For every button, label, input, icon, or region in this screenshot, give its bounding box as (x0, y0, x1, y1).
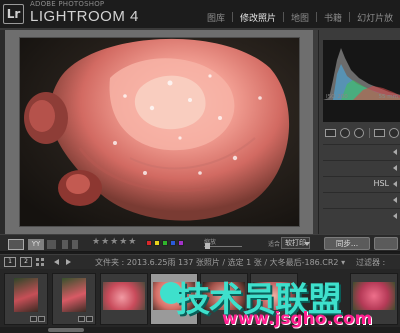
collapse-arrow-icon (393, 213, 397, 219)
panel-basic[interactable] (323, 144, 400, 160)
pick-flag-icon[interactable] (62, 240, 68, 249)
badge-icon (86, 316, 93, 322)
badge-icon (78, 316, 85, 322)
spot-removal-icon[interactable] (340, 128, 351, 138)
back-arrow-icon[interactable] (54, 259, 59, 265)
photo-rose[interactable] (20, 38, 299, 226)
view-options-button[interactable] (47, 240, 56, 249)
module-develop[interactable]: 修改照片 (233, 11, 283, 24)
fit-label: 适合 (268, 241, 281, 248)
identity-plate: Lr ADOBE PHOTOSHOP LIGHTROOM 4 图库 修改照片 地… (0, 0, 400, 28)
watermark-url: www.jsgho.com (222, 309, 373, 329)
right-panel-footer: 同步... (318, 234, 400, 252)
star-rating[interactable]: ★★★★★ (92, 237, 137, 247)
thumbnail-badges (78, 316, 93, 322)
red-eye-icon[interactable] (354, 128, 365, 138)
before-after-button[interactable]: YY (28, 239, 44, 250)
thumbnail-image (62, 278, 86, 312)
panel-split-toning[interactable] (323, 192, 400, 208)
brand-subtitle: ADOBE PHOTOSHOP (30, 0, 105, 8)
main-window-button[interactable]: 1 (4, 257, 16, 267)
graduated-filter-icon[interactable] (373, 129, 385, 137)
loupe-view-button[interactable] (8, 239, 24, 250)
badge-icon (30, 316, 37, 322)
right-panel: ISO 200 55 mm HSL (318, 30, 400, 234)
color-label-red[interactable] (146, 240, 152, 246)
radial-filter-icon[interactable] (388, 128, 399, 138)
focal-length: 55 mm (378, 94, 398, 100)
brand-title: LIGHTROOM 4 (30, 8, 139, 25)
collapse-arrow-icon (393, 165, 397, 171)
iso-value: ISO 200 (326, 94, 348, 100)
color-label-green[interactable] (162, 240, 168, 246)
thumbnail-image (353, 282, 395, 310)
filmstrip-thumbnail[interactable] (4, 273, 48, 325)
filmstrip-thumbnail[interactable] (100, 273, 148, 325)
reset-button[interactable] (374, 237, 398, 250)
tool-separator (368, 128, 370, 138)
panel-hsl[interactable]: HSL (323, 176, 400, 192)
color-label-blue[interactable] (170, 240, 176, 246)
secondary-window-button[interactable]: 2 (20, 257, 32, 267)
color-label-purple[interactable] (178, 240, 184, 246)
rose-image (20, 38, 299, 226)
thumbnail-image (14, 278, 38, 312)
thumbnail-image (103, 282, 145, 310)
forward-arrow-icon[interactable] (66, 259, 71, 265)
reject-flag-icon[interactable] (72, 240, 78, 249)
color-label-yellow[interactable] (154, 240, 160, 246)
color-labels (146, 240, 184, 246)
badge-icon (38, 316, 45, 322)
filter-label[interactable]: 过滤器 : (356, 257, 385, 268)
module-library[interactable]: 图库 (200, 11, 232, 24)
collapse-arrow-icon (393, 149, 397, 155)
zoom-slider-handle[interactable] (205, 243, 210, 249)
grid-view-icon[interactable] (36, 258, 44, 266)
panel-tone-curve[interactable] (323, 160, 400, 176)
source-indicator[interactable]: 文件夹 : 2013.6.25雨 137 张照片 / 选定 1 张 / 大冬最后… (95, 257, 345, 268)
sync-button[interactable]: 同步... (324, 237, 370, 250)
toolbar-dropdown-icon[interactable] (304, 242, 310, 246)
crop-tool-icon[interactable] (325, 129, 337, 137)
module-map[interactable]: 地图 (284, 11, 316, 24)
histogram[interactable] (323, 40, 400, 122)
histogram-info: ISO 200 55 mm (323, 94, 400, 100)
filmstrip-thumbnail[interactable] (52, 273, 96, 325)
collapse-arrow-icon (393, 181, 397, 187)
thumbnail-badges (30, 316, 45, 322)
collapse-arrow-icon (393, 197, 397, 203)
develop-toolbar: YY ★★★★★ 缩放 适合 软打印 (0, 234, 318, 252)
lightroom-logo: Lr (3, 4, 24, 24)
panel-detail[interactable] (323, 208, 400, 224)
hsl-label: HSL (373, 179, 389, 188)
left-panel-edge[interactable] (0, 30, 5, 234)
module-book[interactable]: 书籍 (317, 11, 349, 24)
module-slideshow[interactable]: 幻灯片放 (350, 11, 400, 24)
filmstrip-scrollbar-thumb[interactable] (48, 328, 84, 332)
histogram-graph (323, 48, 400, 100)
filmstrip-header: 1 2 文件夹 : 2013.6.25雨 137 张照片 / 选定 1 张 / … (0, 254, 400, 269)
image-view[interactable] (0, 30, 318, 234)
tool-strip (323, 126, 400, 140)
module-picker: 图库 修改照片 地图 书籍 幻灯片放 (200, 10, 400, 24)
